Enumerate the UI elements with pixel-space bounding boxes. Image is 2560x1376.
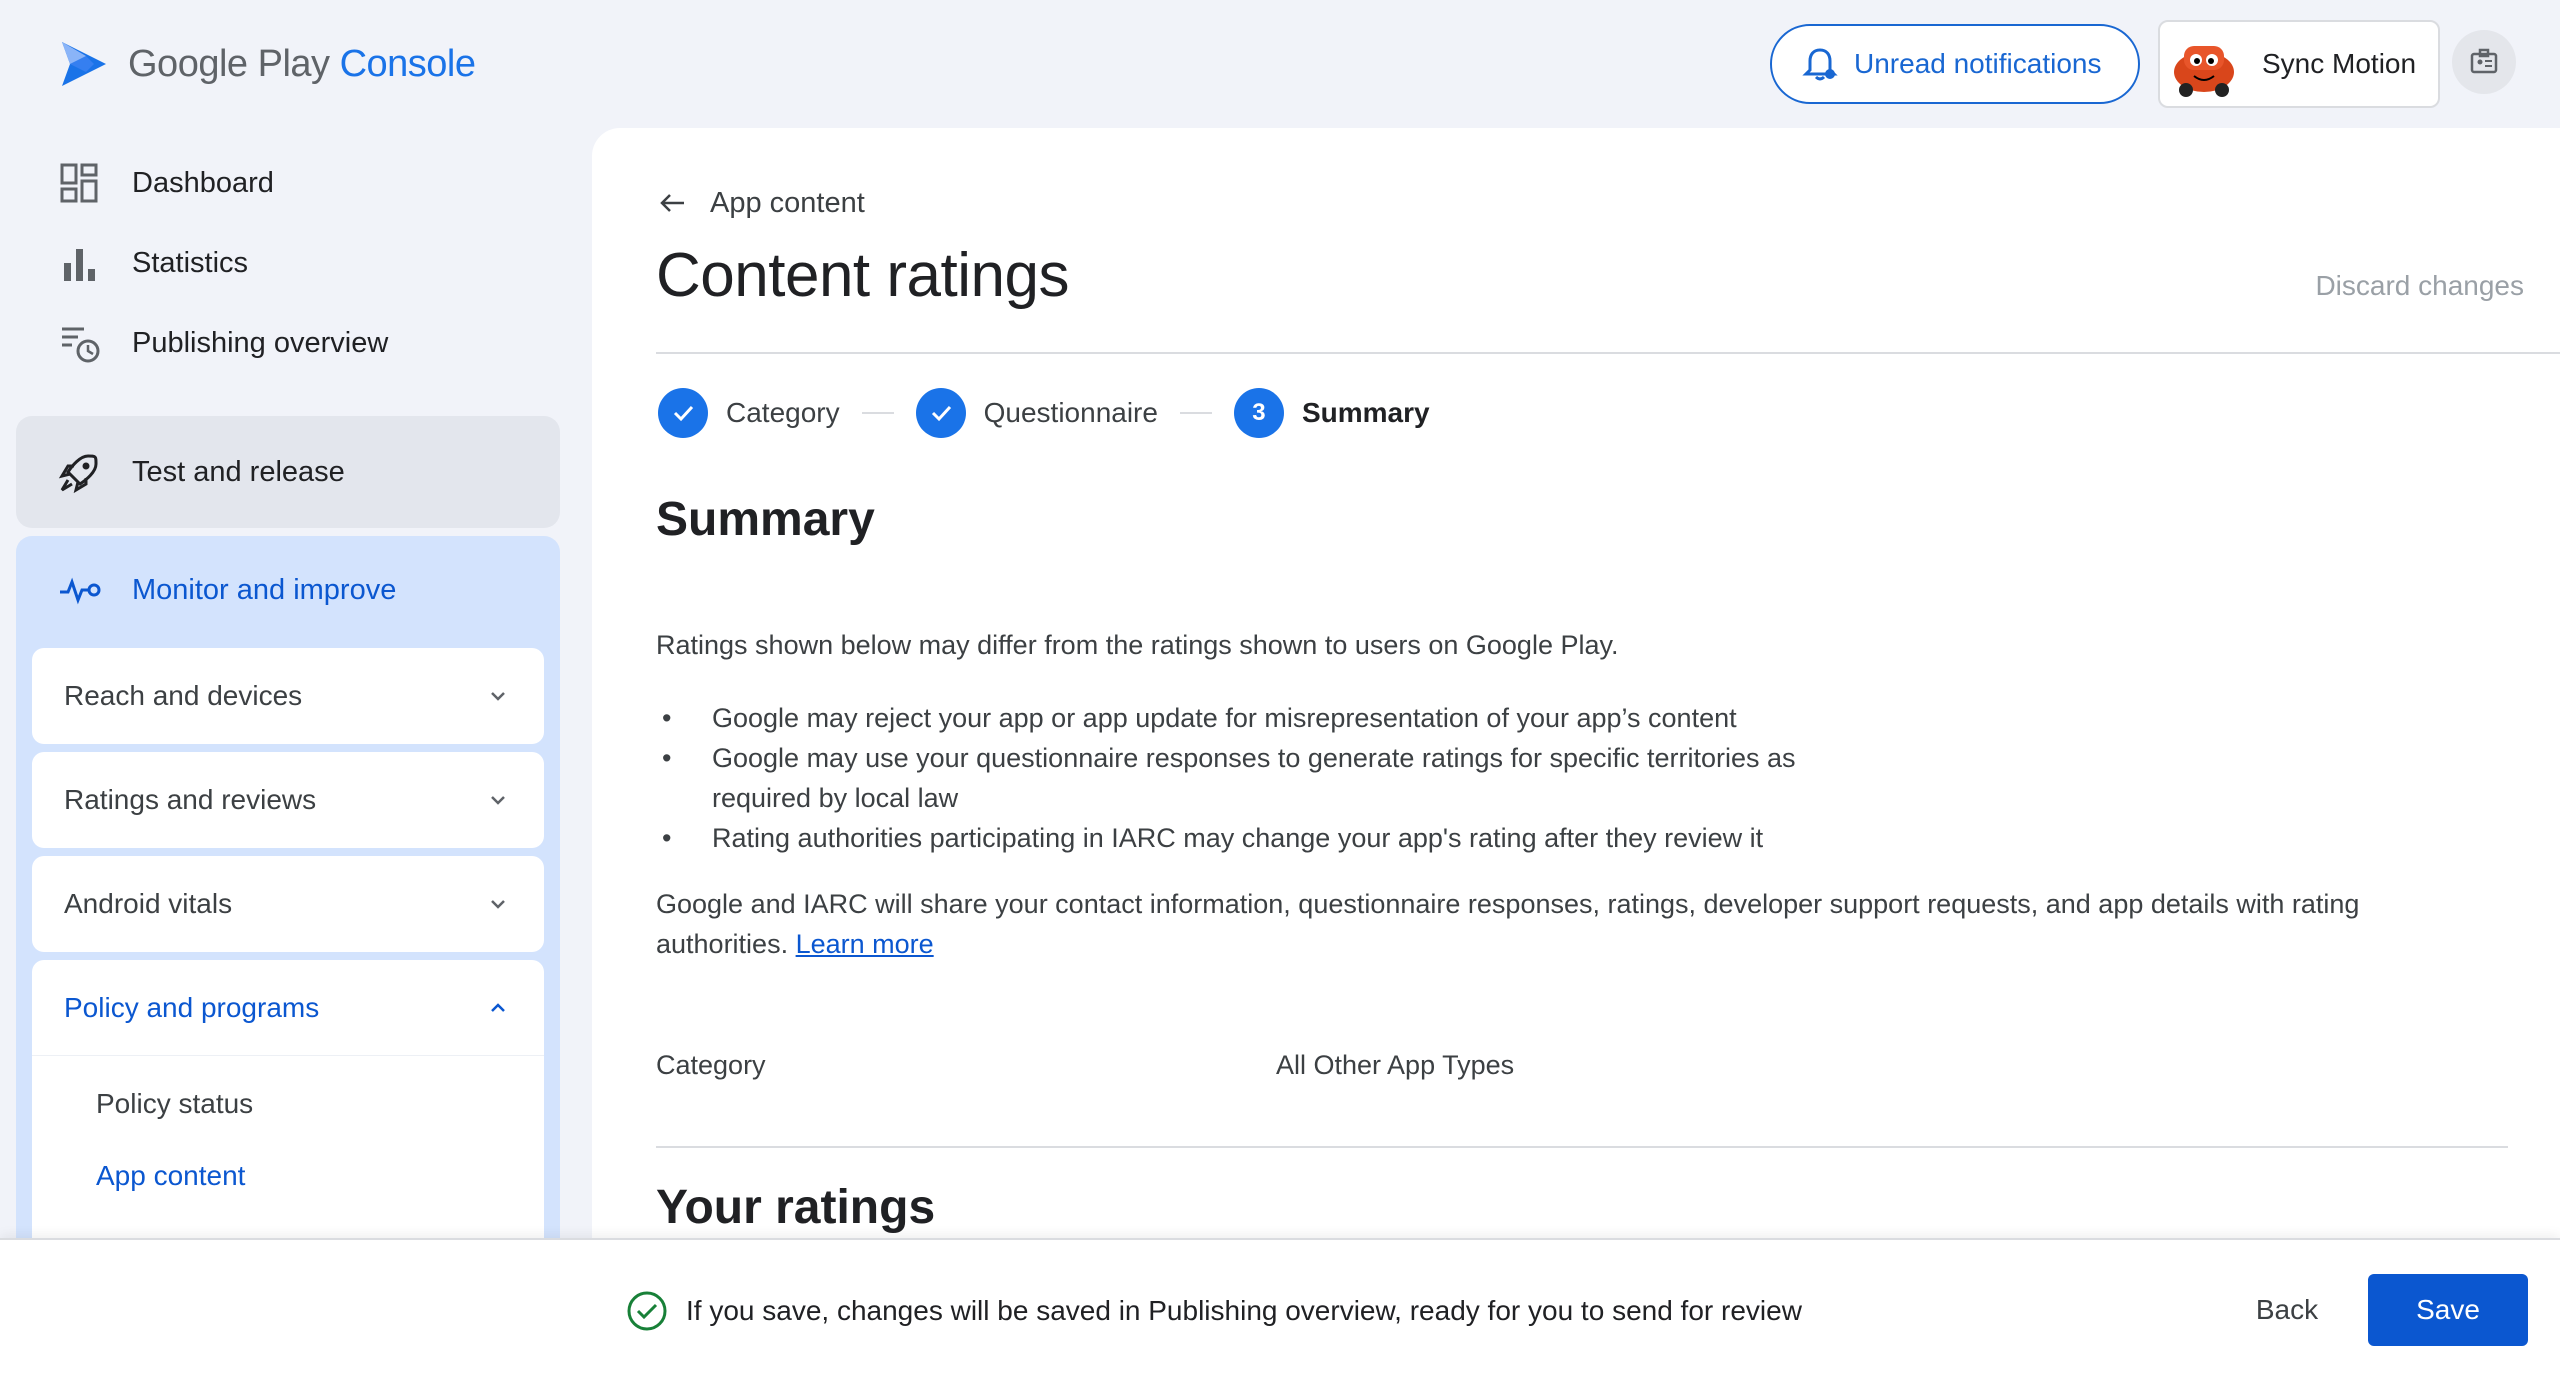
sidebar-item-publishing-overview[interactable]: Publishing overview	[58, 318, 388, 368]
account-switcher[interactable]: Sync Motion	[2158, 20, 2440, 108]
step-complete-check[interactable]	[658, 388, 708, 438]
category-value: All Other App Types	[1276, 1050, 1515, 1080]
category-label: Category	[656, 1050, 766, 1080]
save-button[interactable]: Save	[2368, 1274, 2528, 1346]
group-label: Ratings and reviews	[64, 784, 317, 815]
step-number-badge: 3	[1233, 388, 1284, 438]
chevron-down-icon	[491, 692, 505, 701]
sidebar-item-label: Statistics	[132, 246, 249, 279]
category-row: Category All Other App Types	[656, 1050, 2508, 1081]
policy-and-programs-header[interactable]: Policy and programs	[32, 960, 544, 1056]
list-item: Rating authorities participating in IARC…	[656, 818, 1956, 858]
save-message-text: If you save, changes will be saved in Pu…	[686, 1295, 1802, 1326]
back-to-app-content-link[interactable]: App content	[656, 186, 865, 220]
sidebar-group-reach-and-devices[interactable]: Reach and devices	[32, 648, 544, 744]
logo-text: Google Play Console	[128, 42, 476, 85]
save-bar: If you save, changes will be saved in Pu…	[0, 1238, 2560, 1376]
rocket-icon	[58, 454, 98, 494]
step-connector	[861, 412, 894, 414]
app-avatar	[2166, 26, 2242, 102]
check-icon	[931, 405, 951, 422]
play-console-logo-icon	[62, 42, 106, 86]
sidebar-item-dashboard[interactable]: Dashboard	[58, 158, 274, 208]
divider	[656, 1146, 2508, 1148]
sidebar-group-android-vitals[interactable]: Android vitals	[32, 856, 544, 952]
account-name: Sync Motion	[2262, 48, 2417, 79]
check-circle-icon	[627, 1291, 667, 1331]
section-label: Test and release	[132, 455, 345, 488]
check-icon	[673, 405, 694, 422]
sidebar-section-test-and-release[interactable]: Test and release	[16, 416, 560, 528]
account-badge-icon	[2470, 48, 2498, 74]
sidebar-item-label: Publishing overview	[132, 326, 389, 359]
divider	[656, 352, 2560, 354]
save-message: If you save, changes will be saved in Pu…	[626, 1290, 1802, 1332]
group-label: Android vitals	[64, 888, 233, 919]
group-label: Policy and programs	[64, 991, 320, 1023]
step-label-questionnaire[interactable]: Questionnaire	[984, 397, 1158, 429]
list-item: Google may reject your app or app update…	[656, 698, 1956, 738]
discard-changes-button[interactable]: Discard changes	[2315, 270, 2524, 302]
page-title: Content ratings	[656, 241, 1069, 310]
sidebar-item-app-content[interactable]: App content	[96, 1160, 245, 1192]
google-play-console-logo[interactable]: Google Play Console	[56, 34, 476, 94]
group-label: Reach and devices	[64, 680, 303, 711]
chevron-down-icon	[491, 796, 505, 805]
main-panel: App content Content ratings Discard chan…	[592, 128, 2560, 1376]
section-label: Monitor and improve	[132, 573, 397, 606]
bar-chart-icon	[64, 249, 95, 281]
notice-list: Google may reject your app or app update…	[656, 698, 1956, 858]
developer-account-button[interactable]	[2452, 30, 2516, 94]
sidebar-group-ratings-and-reviews[interactable]: Ratings and reviews	[32, 752, 544, 848]
learn-more-link[interactable]: Learn more	[796, 929, 934, 959]
pulse-icon	[60, 577, 101, 605]
chevron-up-icon	[491, 1002, 505, 1012]
summary-heading: Summary	[656, 493, 875, 546]
your-ratings-heading: Your ratings	[656, 1181, 936, 1234]
notifications-label: Unread notifications	[1854, 48, 2102, 79]
monitor-and-improve-header[interactable]: Monitor and improve	[58, 568, 396, 612]
step-connector	[1179, 412, 1212, 414]
publishing-overview-icon	[62, 327, 100, 363]
arrow-back-icon	[660, 194, 684, 212]
dashboard-icon	[60, 163, 98, 203]
stepper: Category Questionnaire 3 Summary	[658, 388, 1430, 438]
sidebar-item-label: Dashboard	[132, 166, 274, 199]
list-item: Google may use your questionnaire respon…	[656, 738, 1836, 818]
sidebar-item-policy-status[interactable]: Policy status	[96, 1088, 253, 1120]
chevron-down-icon	[491, 900, 505, 909]
bell-icon	[1802, 48, 1838, 81]
back-link-label: App content	[710, 186, 865, 219]
back-button[interactable]: Back	[2232, 1274, 2342, 1346]
intro-text: Ratings shown below may differ from the …	[656, 630, 1619, 660]
step-complete-check[interactable]	[915, 388, 966, 438]
sidebar-item-statistics[interactable]: Statistics	[58, 238, 248, 288]
share-info-text: Google and IARC will share your contact …	[656, 884, 2456, 964]
unread-notifications-button[interactable]: Unread notifications	[1770, 24, 2140, 104]
step-label-summary: Summary	[1301, 397, 1430, 428]
step-label-category[interactable]: Category	[726, 397, 840, 429]
